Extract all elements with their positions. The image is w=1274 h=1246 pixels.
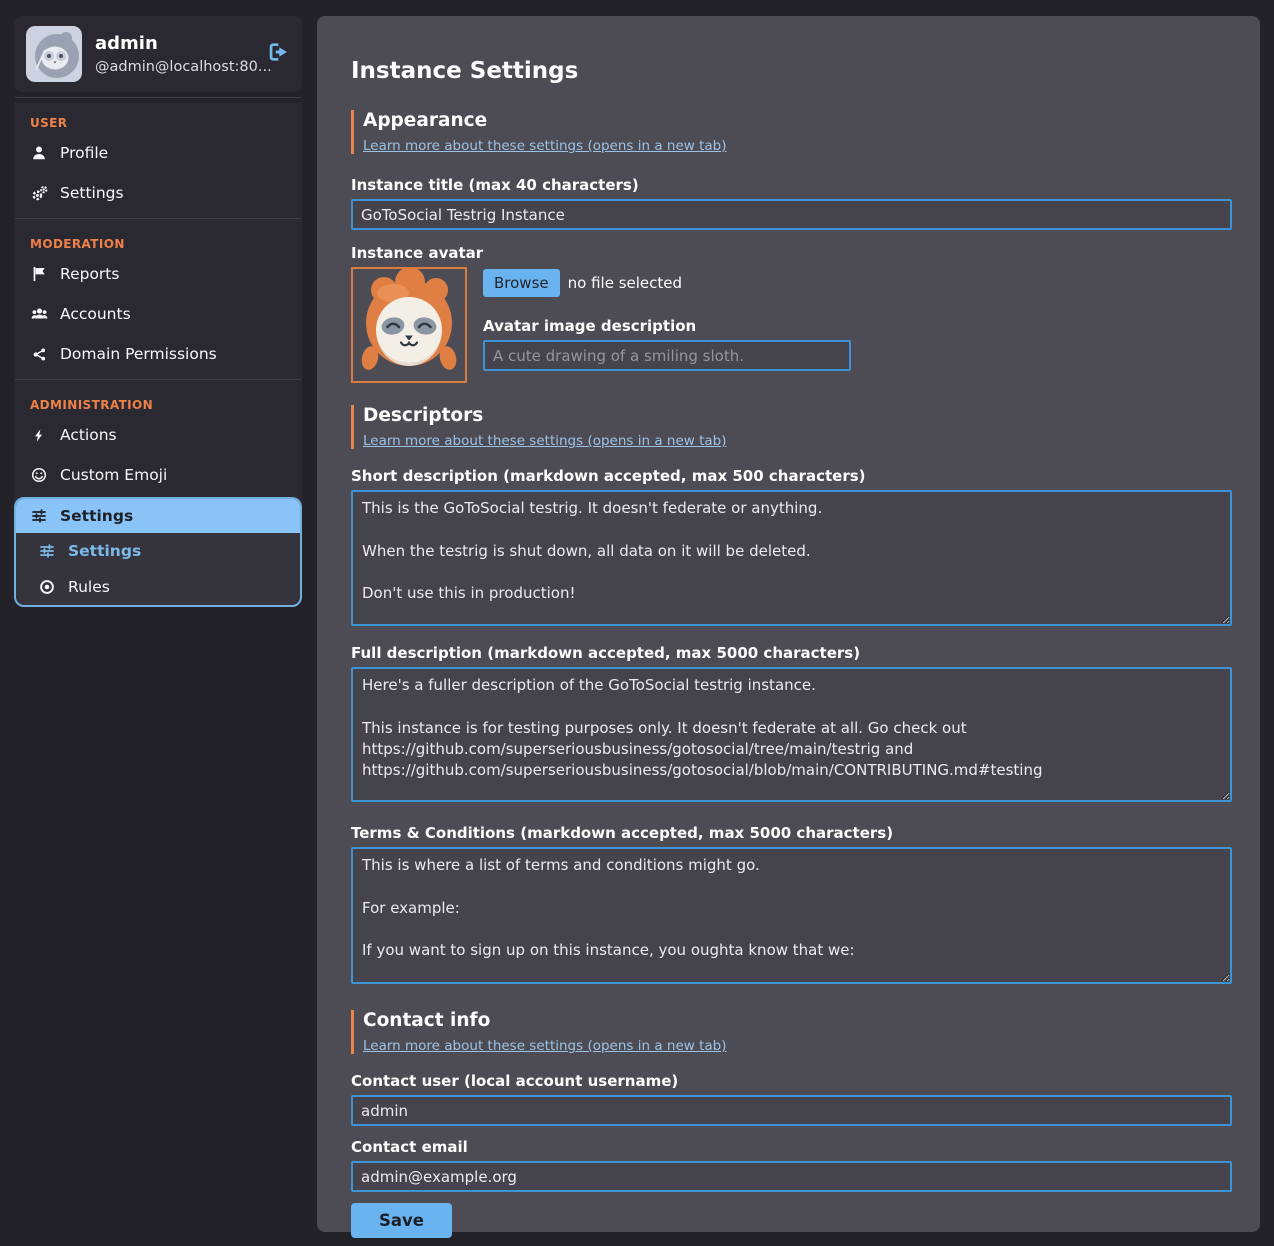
contact-email-label: Contact email	[351, 1138, 1232, 1156]
avatar-description-input[interactable]	[483, 340, 851, 371]
divider	[15, 379, 301, 380]
sidebar-nav: USER Profile Settings MODERATION	[14, 103, 302, 607]
learn-more-link[interactable]: Learn more about these settings (opens i…	[363, 1038, 726, 1054]
file-status-text: no file selected	[568, 274, 682, 292]
sidebar-item-label: Settings	[60, 507, 133, 525]
bolt-icon	[30, 427, 48, 443]
sloth-avatar-gray-icon	[26, 26, 82, 82]
smiley-icon	[30, 467, 48, 483]
sidebar-item-admin-settings[interactable]: Settings	[16, 499, 300, 533]
sign-out-icon[interactable]	[268, 42, 290, 66]
flag-icon	[30, 266, 48, 282]
nav-section-label-administration: ADMINISTRATION	[14, 385, 302, 415]
avatar-description-label: Avatar image description	[483, 317, 851, 335]
contact-user-label: Contact user (local account username)	[351, 1072, 1232, 1090]
sidebar-item-profile[interactable]: Profile	[14, 133, 302, 173]
sidebar-item-label: Custom Emoji	[60, 466, 167, 484]
user-meta: admin @admin@localhost:80...	[95, 33, 253, 75]
sidebar-item-label: Settings	[68, 542, 141, 560]
nav-section-label-moderation: MODERATION	[14, 224, 302, 254]
sidebar-item-accounts[interactable]: Accounts	[14, 294, 302, 334]
user-handle: @admin@localhost:80...	[95, 59, 253, 75]
save-button[interactable]: Save	[351, 1203, 452, 1238]
sliders-icon	[30, 508, 48, 524]
sidebar-item-custom-emoji[interactable]: Custom Emoji	[14, 455, 302, 495]
browse-button[interactable]: Browse	[483, 269, 560, 297]
sloth-mascot-orange-icon	[351, 267, 467, 383]
sidebar-item-label: Domain Permissions	[60, 345, 217, 363]
contact-user-input[interactable]	[351, 1095, 1232, 1126]
full-description-label: Full description (markdown accepted, max…	[351, 644, 1232, 662]
share-nodes-icon	[30, 346, 48, 362]
page-title: Instance Settings	[351, 58, 1232, 84]
users-icon	[30, 306, 48, 322]
section-heading: Descriptors	[363, 405, 1232, 426]
sidebar-item-label: Rules	[68, 578, 110, 596]
contact-section-header: Contact info Learn more about these sett…	[351, 1010, 1232, 1054]
sidebar-item-reports[interactable]: Reports	[14, 254, 302, 294]
sliders-icon	[38, 543, 56, 559]
sidebar-subitem-settings[interactable]: Settings	[16, 533, 300, 569]
instance-settings-panel: Instance Settings Appearance Learn more …	[317, 16, 1260, 1232]
sidebar-item-label: Settings	[60, 184, 124, 202]
terms-textarea[interactable]: This is where a list of terms and condit…	[351, 847, 1232, 984]
learn-more-link[interactable]: Learn more about these settings (opens i…	[363, 433, 726, 449]
sidebar-item-domain-permissions[interactable]: Domain Permissions	[14, 334, 302, 374]
instance-title-label: Instance title (max 40 characters)	[351, 176, 1232, 194]
user-name: admin	[95, 33, 253, 54]
dot-circle-icon	[38, 579, 56, 595]
instance-avatar-label: Instance avatar	[351, 244, 1232, 262]
instance-avatar-row: Browse no file selected Avatar image des…	[351, 267, 1232, 383]
sidebar-subitem-rules[interactable]: Rules	[16, 569, 300, 605]
user-avatar	[26, 26, 82, 82]
descriptors-section-header: Descriptors Learn more about these setti…	[351, 405, 1232, 449]
avatar-upload-column: Browse no file selected Avatar image des…	[483, 267, 851, 383]
learn-more-link[interactable]: Learn more about these settings (opens i…	[363, 138, 726, 154]
settings-nav-block: Settings Settings	[14, 497, 302, 607]
short-description-label: Short description (markdown accepted, ma…	[351, 467, 1232, 485]
settings-submenu: Settings Rules	[16, 533, 300, 605]
terms-label: Terms & Conditions (markdown accepted, m…	[351, 824, 1232, 842]
divider	[15, 218, 301, 219]
instance-title-input[interactable]	[351, 199, 1232, 230]
sidebar-item-label: Reports	[60, 265, 119, 283]
sidebar: admin @admin@localhost:80... USER Profil…	[14, 16, 302, 607]
sidebar-item-actions[interactable]: Actions	[14, 415, 302, 455]
user-card[interactable]: admin @admin@localhost:80...	[14, 16, 302, 92]
section-heading: Contact info	[363, 1010, 1232, 1031]
full-description-textarea[interactable]: Here's a fuller description of the GoToS…	[351, 667, 1232, 802]
sidebar-item-label: Actions	[60, 426, 117, 444]
short-description-textarea[interactable]: This is the GoToSocial testrig. It doesn…	[351, 490, 1232, 626]
appearance-section-header: Appearance Learn more about these settin…	[351, 110, 1232, 154]
user-icon	[30, 145, 48, 161]
gears-icon	[30, 185, 48, 201]
divider	[15, 97, 301, 98]
sidebar-item-label: Profile	[60, 144, 108, 162]
section-heading: Appearance	[363, 110, 1232, 131]
sidebar-item-label: Accounts	[60, 305, 131, 323]
nav-section-label-user: USER	[14, 103, 302, 133]
contact-email-input[interactable]	[351, 1161, 1232, 1192]
sidebar-item-user-settings[interactable]: Settings	[14, 173, 302, 213]
